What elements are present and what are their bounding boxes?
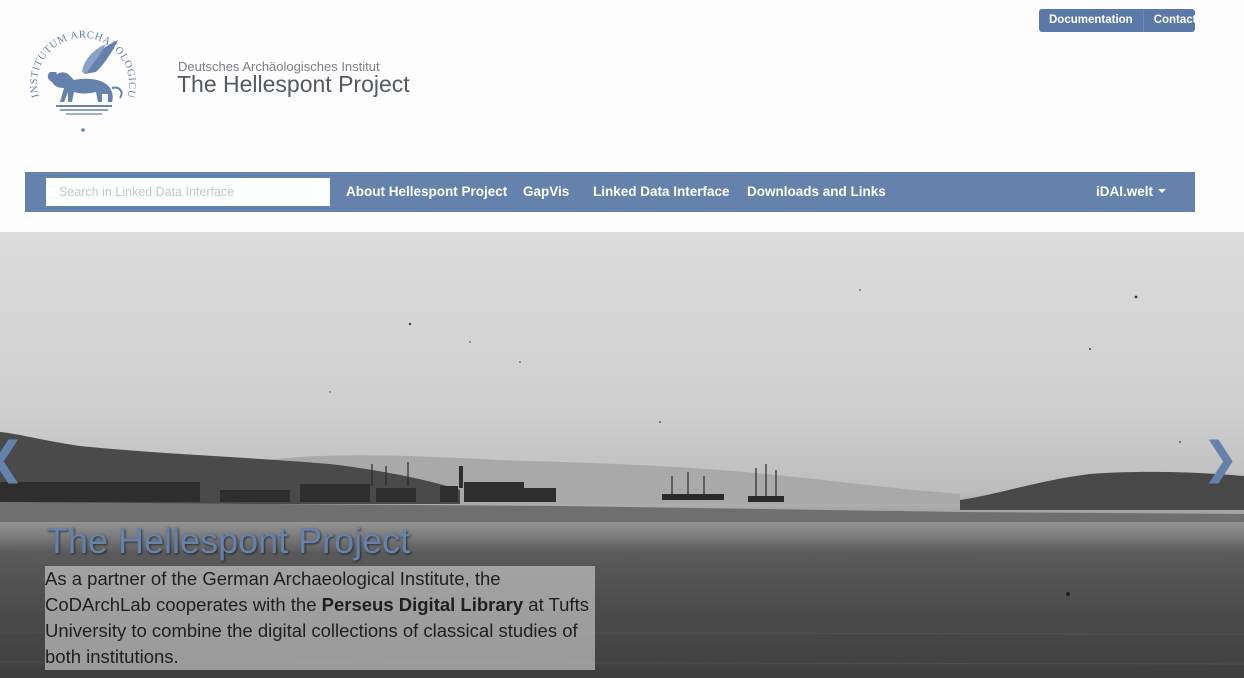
- nav-linked-data-interface[interactable]: Linked Data Interface: [593, 172, 730, 212]
- griffin-seal-icon: INSTITUTUM ARCHAEOLOGICUM GERMANICUM: [17, 14, 137, 132]
- carousel-caption: As a partner of the German Archaeologica…: [45, 566, 595, 670]
- nav-downloads-and-links[interactable]: Downloads and Links: [747, 172, 886, 212]
- utility-button-group: Documentation Contact: [1039, 9, 1197, 32]
- perseus-digital-library-link[interactable]: Perseus Digital Library: [322, 594, 524, 615]
- main-navbar: About Hellespont Project GapVis Linked D…: [25, 172, 1195, 212]
- idai-welt-dropdown[interactable]: iDAI.welt: [1096, 172, 1167, 212]
- chevron-right-icon[interactable]: ❯: [1202, 437, 1239, 481]
- search-input[interactable]: [46, 178, 330, 206]
- documentation-button[interactable]: Documentation: [1039, 9, 1144, 32]
- site-title[interactable]: The Hellespont Project: [177, 71, 410, 98]
- nav-about-hellespont[interactable]: About Hellespont Project: [346, 172, 507, 212]
- contact-button[interactable]: Contact: [1144, 9, 1207, 32]
- carousel-caption-text: As a partner of the German Archaeologica…: [45, 566, 595, 670]
- hero-carousel: ❮ ❯ The Hellespont Project As a partner …: [0, 232, 1244, 678]
- carousel-caption-title: The Hellespont Project: [46, 520, 411, 561]
- dai-logo[interactable]: INSTITUTUM ARCHAEOLOGICUM GERMANICUM: [17, 14, 144, 144]
- nav-gapvis[interactable]: GapVis: [523, 172, 569, 212]
- chevron-left-icon[interactable]: ❮: [0, 437, 25, 481]
- idai-welt-label: iDAI.welt: [1096, 184, 1154, 199]
- caret-down-icon: [1158, 189, 1167, 194]
